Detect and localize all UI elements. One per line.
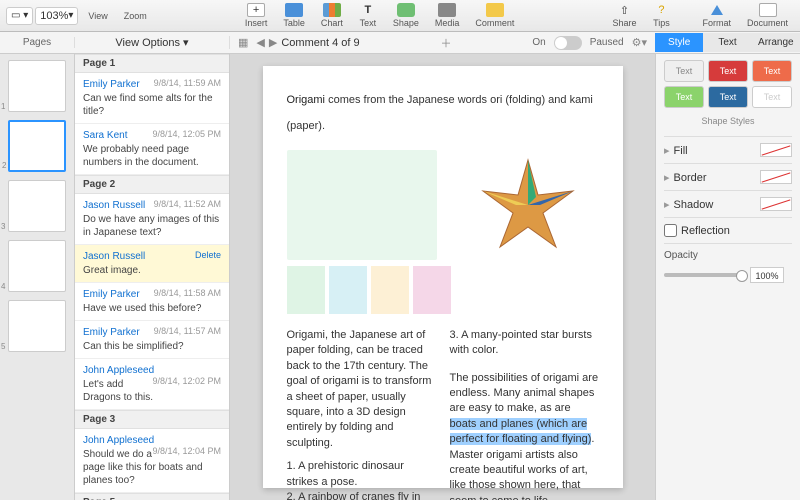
reflection-checkbox[interactable] — [664, 224, 677, 237]
tips-button[interactable]: ?Tips — [646, 1, 676, 30]
comments-panel: Page 1Emily Parker9/8/14, 11:59 AMCan we… — [75, 54, 230, 500]
view-button[interactable]: View — [82, 8, 113, 23]
page-thumbnail[interactable]: 5 — [8, 300, 66, 352]
prev-comment[interactable]: ◀ — [256, 36, 264, 49]
comment-page-header: Page 1 — [75, 54, 229, 73]
opacity-slider[interactable] — [664, 273, 744, 277]
comment-page-header: Page 3 — [75, 410, 229, 429]
body-text[interactable]: Origami, the Japanese art of paper foldi… — [287, 328, 599, 500]
page-thumbnail[interactable]: 2 — [8, 120, 66, 172]
figure-crane[interactable] — [329, 266, 367, 314]
zoom-button[interactable]: Zoom — [118, 8, 153, 23]
zoom-select[interactable]: 103% ▾ — [35, 7, 78, 25]
share-button[interactable]: ⇧Share — [606, 1, 642, 30]
inspector-row-fill[interactable]: ▸Fill — [664, 136, 792, 163]
on-label: On — [532, 37, 545, 48]
media-button[interactable]: Media — [429, 1, 466, 30]
tab-arrange[interactable]: Arrange — [752, 33, 800, 52]
format-inspector: TextTextTextTextTextText Shape Styles ▸F… — [655, 54, 800, 500]
figure-dinosaur[interactable] — [287, 150, 437, 260]
inspector-row-border[interactable]: ▸Border — [664, 163, 792, 190]
shape-style-swatches: TextTextTextTextTextText — [664, 60, 792, 108]
reflection-label: Reflection — [681, 225, 730, 237]
chevron-down-icon: ▾ — [183, 36, 189, 49]
main-toolbar: ▭ ▾ 103% ▾ View Zoom +Insert Table Chart… — [0, 0, 800, 32]
tab-text[interactable]: Text — [703, 33, 751, 52]
table-button[interactable]: Table — [277, 1, 311, 30]
view-options[interactable]: View Options▾ — [75, 36, 230, 49]
sidebar-toggle-icon[interactable]: ▦ — [238, 36, 248, 49]
comment-item[interactable]: John Appleseed9/8/14, 12:02 PMLet's add … — [75, 359, 229, 410]
format-button[interactable]: Format — [696, 1, 737, 30]
figure-crane[interactable] — [413, 266, 451, 314]
opacity-value[interactable]: 100% — [750, 267, 784, 283]
figure-star[interactable] — [457, 150, 599, 260]
opacity-label: Opacity — [664, 250, 792, 261]
add-icon[interactable]: ＋ — [440, 35, 451, 51]
page-thumbnail[interactable]: 3 — [8, 180, 66, 232]
style-swatch[interactable]: Text — [708, 86, 748, 108]
body-text-2[interactable]: The possibilities of origami are endless… — [450, 372, 599, 500]
figure-crane[interactable] — [371, 266, 409, 314]
comment-item[interactable]: Jason RussellDeleteGreat image. — [75, 245, 229, 283]
pages-label: Pages — [0, 37, 75, 48]
page: Origami comes from the Japanese words or… — [263, 66, 623, 488]
inspector-tabs: Style Text Arrange — [655, 33, 800, 52]
gear-icon[interactable]: ⚙▾ — [632, 36, 647, 49]
chart-button[interactable]: Chart — [315, 1, 349, 30]
style-swatch[interactable]: Text — [664, 60, 704, 82]
inspector-row-shadow[interactable]: ▸Shadow — [664, 190, 792, 217]
style-swatch[interactable]: Text — [708, 60, 748, 82]
comment-item[interactable]: Emily Parker9/8/14, 11:57 AMCan this be … — [75, 321, 229, 359]
comment-page-header: Page 5 — [75, 493, 229, 500]
tab-style[interactable]: Style — [655, 33, 703, 52]
paused-label: Paused — [590, 37, 624, 48]
tracking-toggle[interactable] — [554, 36, 582, 50]
comment-counter: Comment 4 of 9 — [281, 37, 359, 49]
view-menu[interactable]: ▭ ▾ — [6, 7, 33, 25]
style-swatch[interactable]: Text — [752, 60, 792, 82]
page-thumbnails: 1 2 3 4 5 — [0, 54, 75, 500]
shape-button[interactable]: Shape — [387, 1, 425, 30]
comment-item[interactable]: John Appleseed9/8/14, 12:04 PMShould we … — [75, 429, 229, 493]
figure-crane[interactable] — [287, 266, 325, 314]
page-thumbnail[interactable]: 4 — [8, 240, 66, 292]
style-swatch[interactable]: Text — [664, 86, 704, 108]
insert-button[interactable]: +Insert — [239, 1, 274, 30]
text-button[interactable]: TText — [353, 1, 383, 30]
document-canvas[interactable]: Origami comes from the Japanese words or… — [230, 54, 655, 500]
comment-item[interactable]: Jason Russell9/8/14, 11:52 AMDo we have … — [75, 194, 229, 245]
comment-button[interactable]: Comment — [469, 1, 520, 30]
page-headline: Origami comes from the Japanese words or… — [287, 84, 599, 136]
next-comment[interactable]: ▶ — [269, 36, 277, 49]
comment-item[interactable]: Sara Kent9/8/14, 12:05 PMWe probably nee… — [75, 124, 229, 175]
comment-page-header: Page 2 — [75, 175, 229, 194]
style-swatch[interactable]: Text — [752, 86, 792, 108]
comment-item[interactable]: Emily Parker9/8/14, 11:59 AMCan we find … — [75, 73, 229, 124]
shape-styles-label: Shape Styles — [664, 116, 792, 126]
comment-item[interactable]: Emily Parker9/8/14, 11:58 AMHave we used… — [75, 283, 229, 321]
document-button[interactable]: Document — [741, 1, 794, 30]
page-thumbnail[interactable]: 1 — [8, 60, 66, 112]
sub-toolbar: Pages View Options▾ ▦ ◀ ▶ Comment 4 of 9… — [0, 32, 800, 54]
